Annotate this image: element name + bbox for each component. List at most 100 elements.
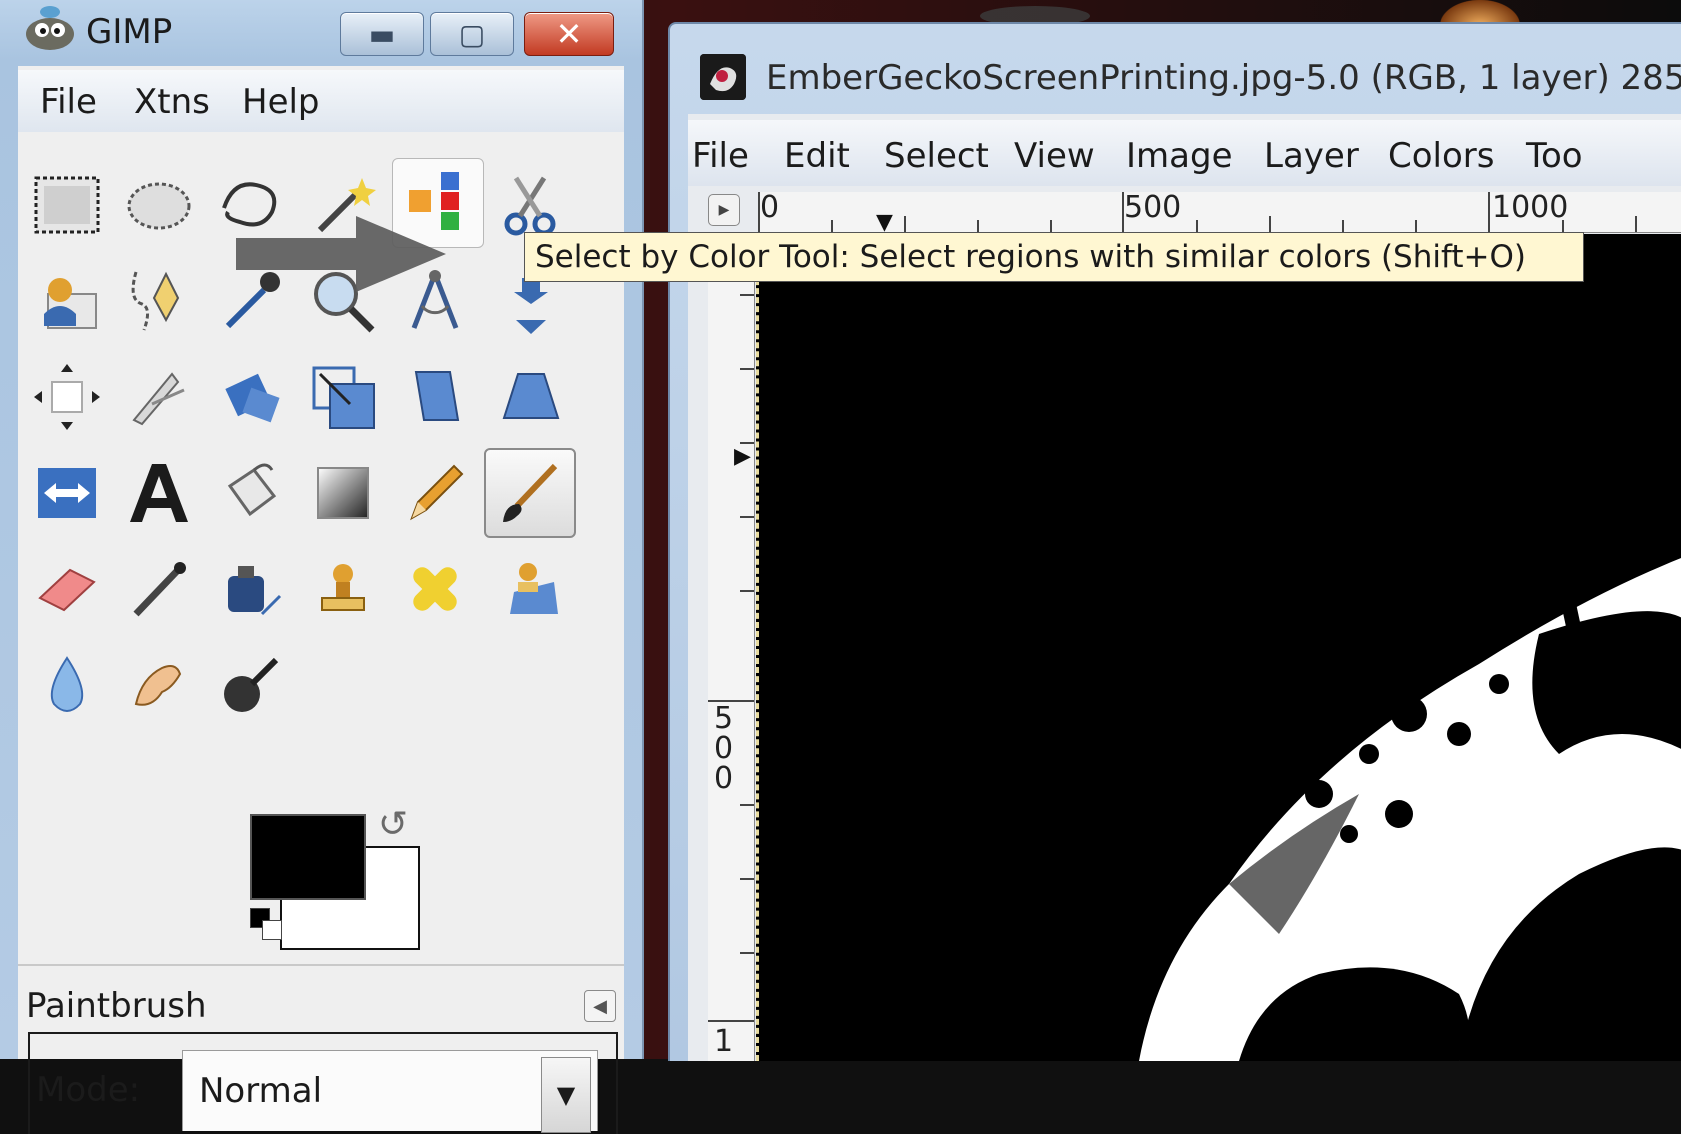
ruler-tick — [1050, 220, 1052, 232]
vertical-ruler[interactable]: 5 0 0 1 ▶ — [708, 234, 755, 1061]
swap-colors-icon[interactable]: ↺ — [378, 804, 408, 845]
crop-tool[interactable] — [116, 354, 202, 440]
image-canvas[interactable] — [756, 234, 1681, 1061]
foreground-select-icon — [44, 278, 97, 329]
mode-select-value: Normal — [199, 1071, 323, 1111]
divider — [18, 964, 624, 966]
eraser-tool[interactable] — [24, 546, 110, 632]
menu-help[interactable]: Help — [242, 82, 320, 122]
perspective-icon — [502, 373, 560, 419]
menu-tools[interactable]: Too — [1526, 136, 1583, 176]
ink-icon — [228, 566, 282, 616]
flip-tool[interactable] — [24, 450, 110, 536]
toolbox-client: File Xtns Help ↺ Paintbrush ◀ Mode: Norm… — [18, 66, 624, 1134]
ink-tool[interactable] — [208, 546, 294, 632]
hruler-label: 1000 — [1492, 190, 1569, 225]
mode-dropdown-button[interactable]: ▼ — [541, 1057, 591, 1133]
default-colors-icon[interactable] — [250, 908, 284, 942]
ruler-tick — [831, 220, 833, 232]
horizontal-ruler[interactable]: 0 500 1000 ▼ — [758, 190, 1681, 235]
perspective-clone-tool[interactable] — [488, 546, 574, 632]
window-title: GIMP — [86, 12, 173, 52]
rect-select-icon — [34, 176, 100, 234]
paintbrush-tool[interactable] — [484, 448, 576, 538]
paths-tool[interactable] — [116, 258, 202, 344]
menu-xtns[interactable]: Xtns — [134, 82, 210, 122]
menu-file[interactable]: File — [692, 136, 749, 176]
ruler-tick — [740, 294, 754, 296]
shear-icon — [414, 371, 460, 421]
bucket-fill-tool[interactable] — [208, 450, 294, 536]
clone-tool[interactable] — [300, 546, 386, 632]
shear-tool[interactable] — [392, 354, 478, 440]
rect-select-tool[interactable] — [24, 162, 110, 248]
airbrush-tool[interactable] — [116, 546, 202, 632]
ruler-tick — [1562, 220, 1564, 232]
menu-file[interactable]: File — [40, 82, 97, 122]
flip-icon — [38, 468, 96, 518]
close-button[interactable]: ✕ — [524, 12, 614, 56]
menu-view[interactable]: View — [1014, 136, 1095, 176]
heal-tool[interactable] — [392, 546, 478, 632]
ruler-tick — [740, 804, 754, 806]
quick-mask-button[interactable]: ▶ — [708, 194, 740, 226]
blur-sharpen-icon — [50, 656, 84, 712]
ruler-tick — [740, 878, 754, 880]
ruler-tick — [1196, 220, 1198, 232]
menu-edit[interactable]: Edit — [784, 136, 850, 176]
scissors-select-icon — [504, 176, 556, 236]
pencil-tool[interactable] — [392, 450, 478, 536]
bucket-fill-icon — [227, 463, 277, 517]
image-window-title: EmberGeckoScreenPrinting.jpg-5.0 (RGB, 1… — [766, 58, 1681, 98]
menu-colors[interactable]: Colors — [1388, 136, 1494, 176]
ruler-tick — [1269, 216, 1271, 232]
text-tool[interactable] — [116, 450, 202, 536]
foreground-select-tool[interactable] — [24, 258, 110, 344]
hruler-label: 0 — [760, 190, 780, 225]
paths-icon — [131, 271, 180, 331]
ruler-tick — [1488, 192, 1490, 232]
toolbox-window: GIMP ▬ ▢ ✕ File Xtns Help ↺ Paintbrush ◀… — [0, 0, 644, 1134]
collapse-options-button[interactable]: ◀ — [584, 990, 616, 1022]
foreground-color-swatch[interactable] — [250, 814, 366, 900]
menu-select[interactable]: Select — [884, 136, 989, 176]
scale-tool[interactable] — [300, 354, 386, 440]
menu-layer[interactable]: Layer — [1264, 136, 1359, 176]
clone-icon — [321, 564, 365, 611]
minimize-button[interactable]: ▬ — [340, 12, 424, 56]
mode-select[interactable]: Normal ▼ — [182, 1050, 598, 1133]
blur-sharpen-tool[interactable] — [24, 642, 110, 728]
perspective-clone-icon — [510, 563, 558, 614]
ruler-pointer-icon: ▶ — [734, 444, 751, 469]
gimp-wilber-icon — [26, 6, 74, 50]
heal-icon — [413, 567, 457, 611]
menu-image[interactable]: Image — [1126, 136, 1232, 176]
ruler-tick — [758, 192, 760, 232]
hruler-label: 500 — [1124, 190, 1182, 225]
eraser-icon — [38, 568, 96, 612]
ruler-tick — [904, 216, 906, 232]
maximize-button[interactable]: ▢ — [430, 12, 514, 56]
ruler-tick — [740, 590, 754, 592]
annotation-arrow-icon — [236, 216, 446, 292]
vruler-label: 1 — [714, 1024, 734, 1059]
triangle-left-icon: ◀ — [593, 995, 607, 1017]
vruler-label: 5 0 0 — [714, 701, 734, 796]
ruler-tick — [1122, 192, 1124, 232]
ellipse-select-tool[interactable] — [116, 162, 202, 248]
tool-options-title: Paintbrush — [26, 986, 207, 1026]
smudge-tool[interactable] — [116, 642, 202, 728]
perspective-tool[interactable] — [488, 354, 574, 440]
toolbox-titlebar[interactable]: GIMP ▬ ▢ ✕ — [0, 0, 642, 62]
ellipse-select-icon — [127, 182, 191, 230]
blend-tool[interactable] — [300, 450, 386, 536]
ruler-tick — [1635, 216, 1637, 232]
pencil-icon — [410, 464, 464, 521]
image-window: EmberGeckoScreenPrinting.jpg-5.0 (RGB, 1… — [668, 22, 1681, 1061]
scale-icon — [312, 366, 375, 429]
ruler-tick — [977, 220, 979, 232]
ruler-tick — [708, 1020, 754, 1022]
dodge-burn-tool[interactable] — [208, 642, 294, 728]
rotate-tool[interactable] — [208, 354, 294, 440]
align-tool[interactable] — [24, 354, 110, 440]
